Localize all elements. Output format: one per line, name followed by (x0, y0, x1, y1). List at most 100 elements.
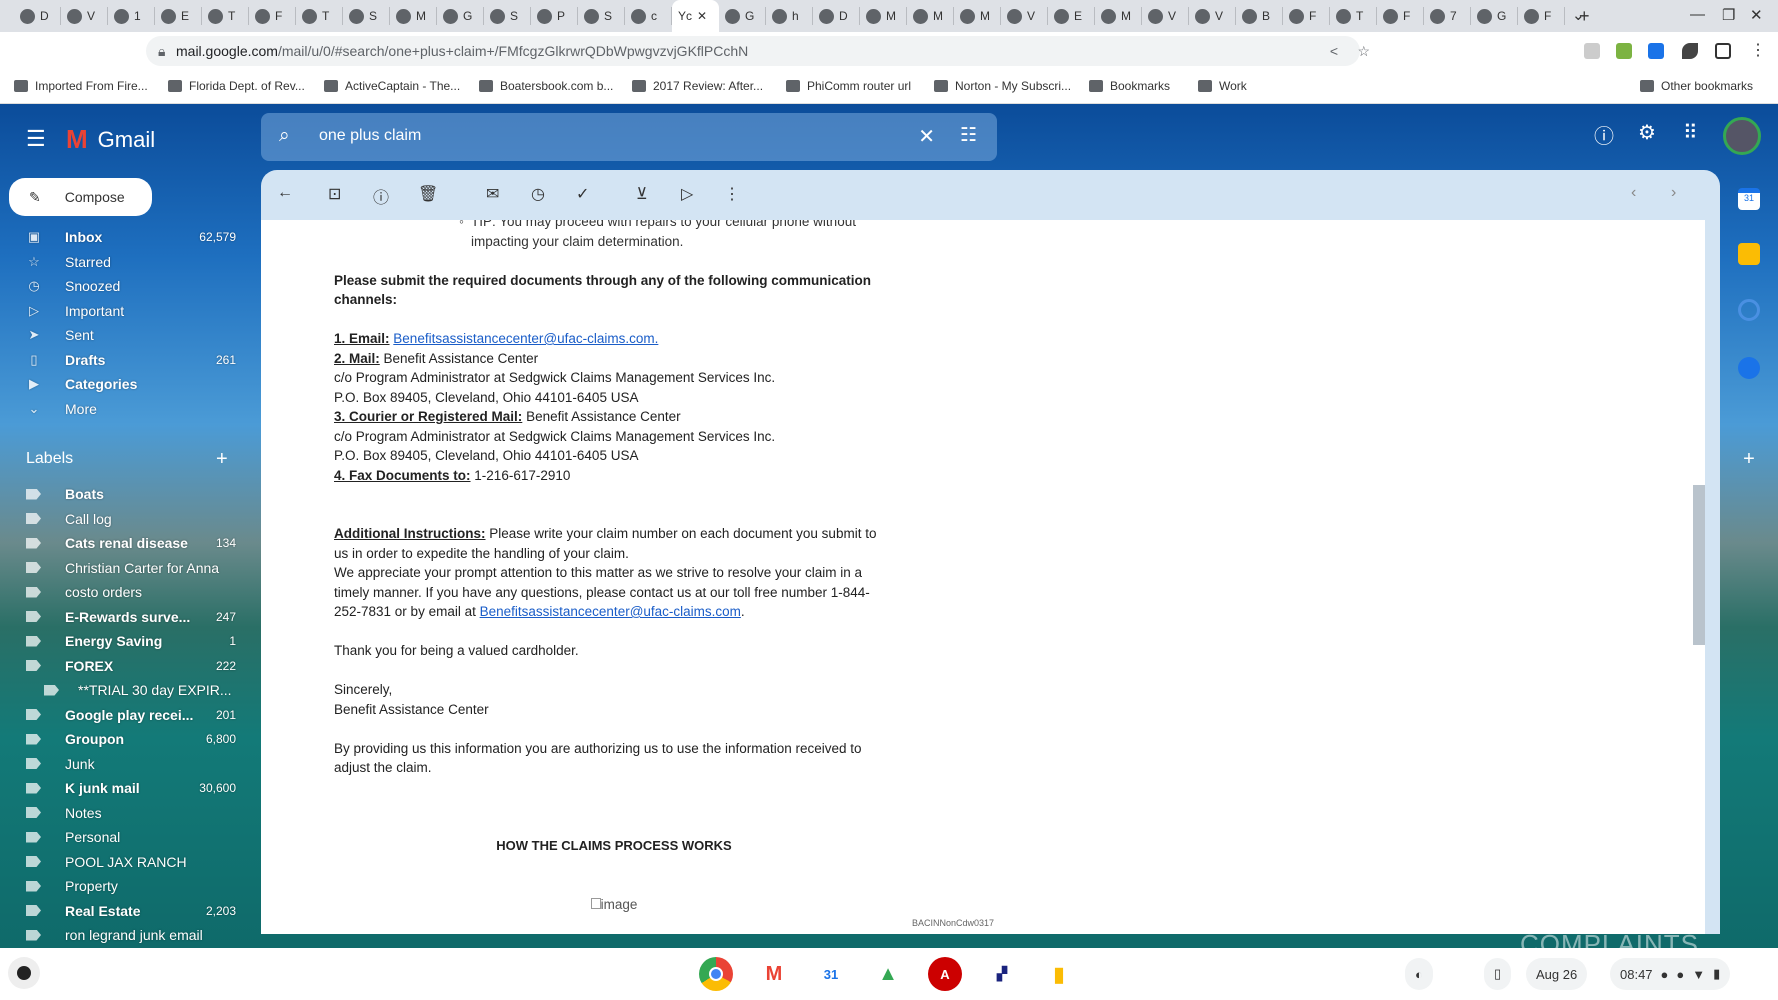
bookmark-item[interactable]: ActiveCaptain - The... (324, 79, 460, 93)
calendar-app-icon[interactable]: 31 (814, 957, 848, 991)
mark-unread-icon[interactable]: ✉ (486, 184, 499, 204)
browser-tab[interactable]: M (954, 7, 1001, 25)
label-item[interactable]: ron legrand junk email (26, 923, 236, 947)
archive-icon[interactable]: ⊡ (328, 184, 341, 204)
kebab-menu-icon[interactable]: ⋮ (1750, 40, 1766, 59)
browser-tab[interactable]: G (1471, 7, 1518, 25)
launcher-icon[interactable] (8, 957, 40, 989)
label-item[interactable]: **TRIAL 30 day EXPIR... (44, 678, 236, 702)
browser-tab[interactable]: G (437, 7, 484, 25)
browser-tab[interactable]: T (1330, 7, 1377, 25)
label-item[interactable]: Groupon 6,800 (26, 727, 236, 751)
keep-icon[interactable] (1738, 243, 1760, 265)
browser-tab[interactable]: c (625, 7, 672, 25)
browser-tab[interactable]: F (249, 7, 296, 25)
browser-tab[interactable]: 1 (108, 7, 155, 25)
browser-tab[interactable]: P (531, 7, 578, 25)
browser-tab[interactable]: E (155, 7, 202, 25)
extension-icon[interactable] (1584, 43, 1600, 59)
url-bar[interactable]: 🔒︎ mail.google.com/mail/u/0/#search/one+p… (146, 36, 1370, 66)
gmail-app-icon[interactable]: M (757, 957, 791, 991)
main-menu-icon[interactable]: ☰ (26, 126, 46, 152)
label-item[interactable]: Real Estate 2,203 (26, 899, 236, 923)
close-window-icon[interactable]: ✕ (1750, 6, 1763, 24)
label-item[interactable]: Christian Carter for Anna (26, 556, 236, 580)
avatar[interactable] (1723, 117, 1761, 155)
browser-tab[interactable]: M (860, 7, 907, 25)
browser-tab[interactable]: D (813, 7, 860, 25)
label-item[interactable]: E-Rewards surve... 247 (26, 605, 236, 629)
add-addon-icon[interactable]: + (1738, 448, 1760, 470)
browser-tab[interactable]: F (1518, 7, 1565, 25)
label-item[interactable]: Property (26, 874, 236, 898)
browser-tab[interactable]: h (766, 7, 813, 25)
apps-grid-icon[interactable]: ⠿ (1683, 120, 1698, 145)
newer-icon[interactable]: ‹ (1631, 184, 1636, 202)
bookmark-item[interactable]: Bookmarks (1089, 79, 1170, 93)
sidebar-item-drafts[interactable]: ▯ Drafts 261 (26, 348, 236, 372)
report-spam-icon[interactable]: ⓘ (373, 184, 389, 208)
bookmark-star-icon[interactable]: ☆ (1357, 36, 1370, 66)
label-item[interactable]: Junk (26, 752, 236, 776)
acrobat-icon[interactable]: A (928, 957, 962, 991)
drive-icon[interactable]: ▲ (871, 957, 905, 991)
bookmark-item[interactable]: PhiComm router url (786, 79, 911, 93)
label-item[interactable]: K junk mail 30,600 (26, 776, 236, 800)
extension-icon[interactable] (1616, 43, 1632, 59)
sidebar-item-starred[interactable]: ☆ Starred (26, 250, 236, 274)
browser-tab[interactable]: S (343, 7, 390, 25)
older-icon[interactable]: › (1671, 184, 1676, 202)
tray-notifications[interactable]: ◐ (1405, 958, 1433, 990)
browser-tab[interactable]: M (390, 7, 437, 25)
browser-tab[interactable]: F (1283, 7, 1330, 25)
more-options-icon[interactable]: ⋮ (724, 184, 740, 204)
label-item[interactable]: POOL JAX RANCH (26, 850, 236, 874)
app-icon[interactable]: ▞ (985, 957, 1019, 991)
share-icon[interactable]: < (1330, 36, 1338, 66)
side-panel-icon[interactable] (1715, 43, 1731, 59)
bookmark-item[interactable]: Imported From Fire... (14, 79, 148, 93)
browser-tab[interactable]: G (719, 7, 766, 25)
browser-tab[interactable]: D (14, 7, 61, 25)
label-item[interactable]: Energy Saving 1 (26, 629, 236, 653)
sidebar-item-important[interactable]: ▷ Important (26, 299, 236, 323)
close-tab-icon[interactable]: ✕ (697, 9, 707, 23)
add-task-icon[interactable]: ✓ (576, 184, 589, 204)
puzzle-icon[interactable] (1682, 43, 1698, 59)
bookmark-item[interactable]: Norton - My Subscri... (934, 79, 1071, 93)
sidebar-item-inbox[interactable]: ▣ Inbox 62,579 (26, 225, 236, 249)
label-item[interactable]: Notes (26, 801, 236, 825)
browser-tab[interactable]: 7 (1424, 7, 1471, 25)
contact-email-link[interactable]: Benefitsassistancecenter@ufac-claims.com (480, 604, 741, 619)
label-icon[interactable]: ▷ (681, 184, 693, 204)
search-input[interactable]: one plus claim (319, 127, 421, 145)
bookmark-item[interactable]: 2017 Review: After... (632, 79, 763, 93)
browser-tab[interactable]: S (578, 7, 625, 25)
browser-tab[interactable]: B (1236, 7, 1283, 25)
compose-button[interactable]: ✎ Compose (9, 178, 152, 216)
browser-tab[interactable]: Yc ✕ (672, 0, 719, 32)
delete-icon[interactable]: 🗑︎ (418, 184, 438, 204)
minimize-icon[interactable]: — (1690, 6, 1705, 23)
label-item[interactable]: Boats (26, 482, 236, 506)
bookmark-item[interactable]: Work (1198, 79, 1247, 93)
browser-tab[interactable]: V (1001, 7, 1048, 25)
bookmark-item[interactable]: Boatersbook.com b... (479, 79, 613, 93)
status-tray[interactable]: 08:47 ● ● ▼ ▮ (1610, 958, 1731, 990)
gmail-logo[interactable]: M Gmail (66, 124, 155, 155)
other-bookmarks[interactable]: Other bookmarks (1640, 79, 1753, 93)
calendar-icon[interactable]: 31 (1738, 188, 1760, 210)
sidebar-item-more[interactable]: ⌄ More (26, 397, 236, 421)
browser-tab[interactable]: V (1189, 7, 1236, 25)
back-to-search-icon[interactable]: ← (277, 184, 293, 202)
search-options-icon[interactable]: ☷ (960, 124, 977, 147)
clear-search-icon[interactable]: ✕ (918, 124, 935, 149)
help-icon[interactable]: ⓘ (1594, 120, 1614, 149)
label-item[interactable]: Google play recei... 201 (26, 703, 236, 727)
browser-tab[interactable]: M (1095, 7, 1142, 25)
email-link[interactable]: Benefitsassistancecenter@ufac-claims.com… (393, 331, 658, 346)
browser-tab[interactable]: T (296, 7, 343, 25)
bookmark-item[interactable]: Florida Dept. of Rev... (168, 79, 305, 93)
date-tray[interactable]: Aug 26 (1526, 958, 1588, 990)
browser-tab[interactable]: S (484, 7, 531, 25)
